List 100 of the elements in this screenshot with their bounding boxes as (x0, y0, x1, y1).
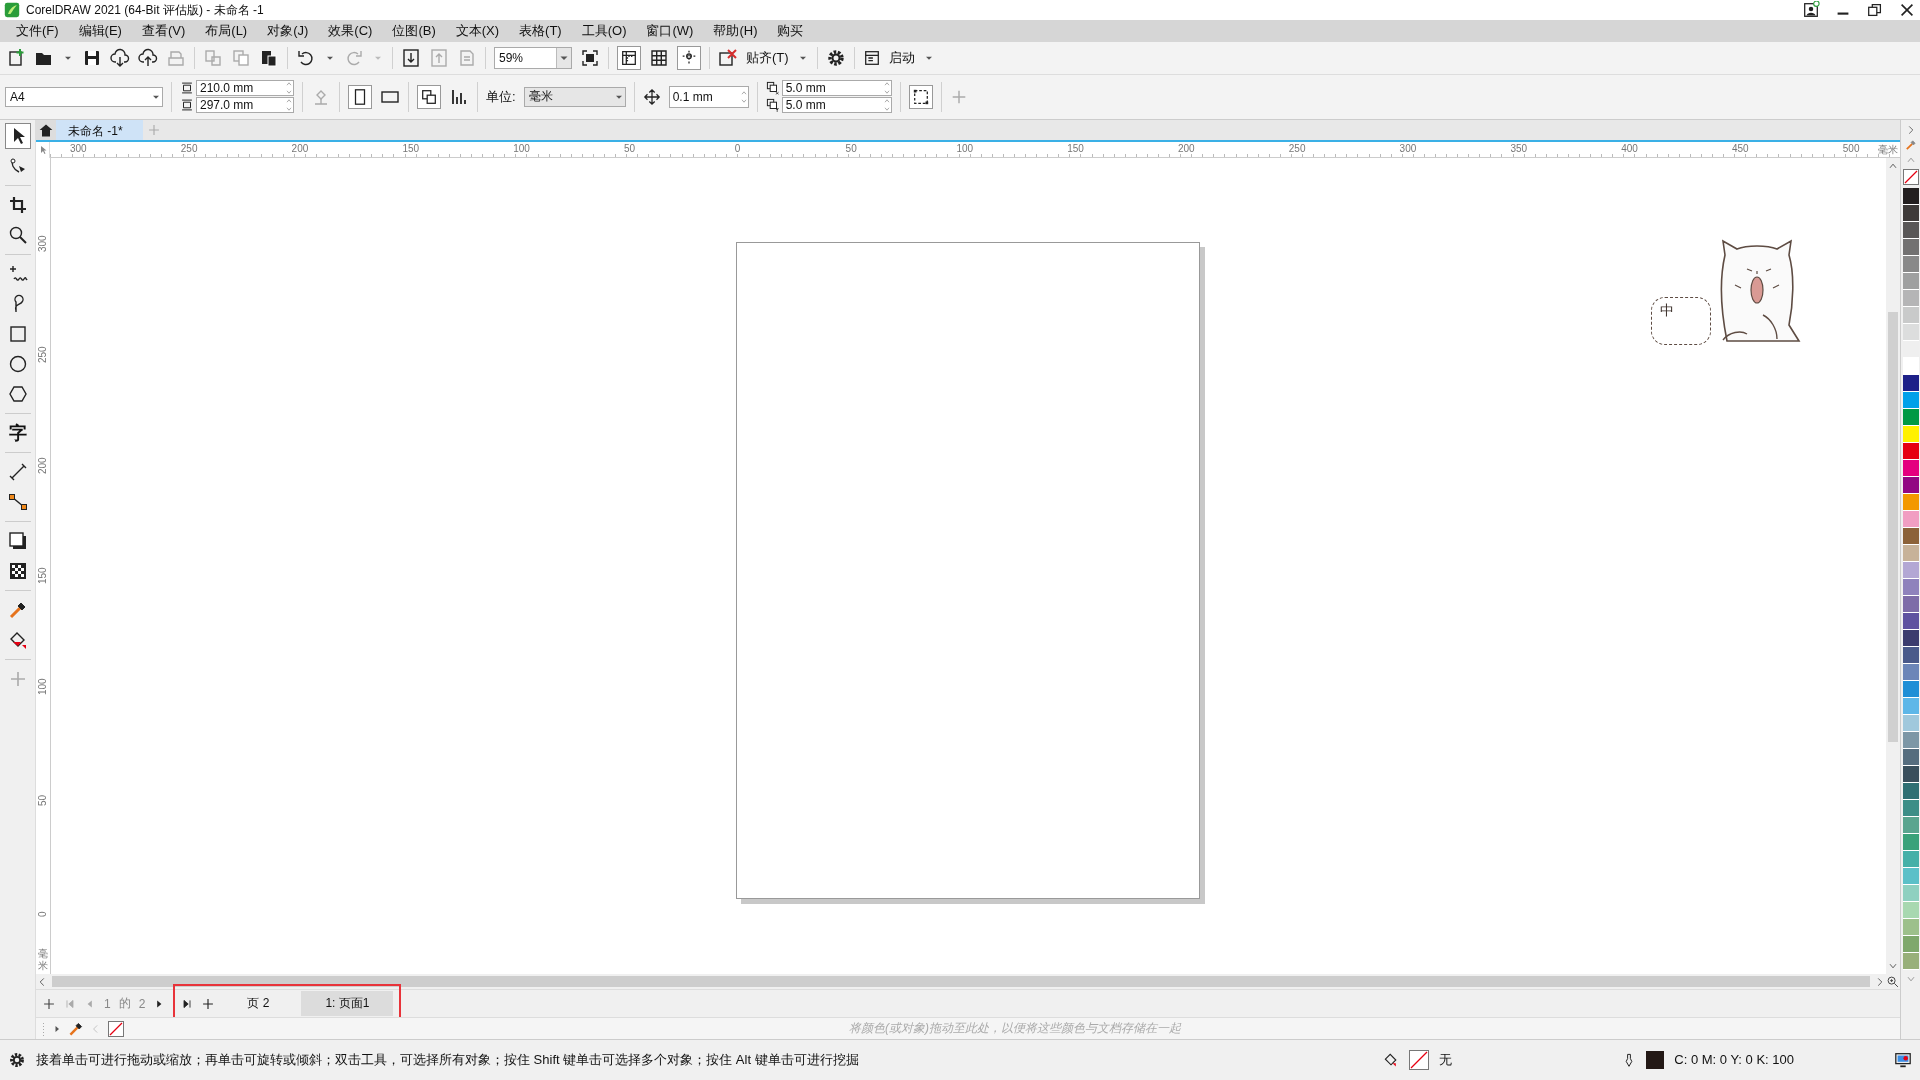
color-swatch[interactable] (1902, 885, 1919, 902)
color-swatch[interactable] (1902, 256, 1919, 273)
color-swatch[interactable] (1902, 273, 1919, 290)
color-swatch[interactable] (1902, 681, 1919, 698)
horizontal-ruler[interactable]: 300 250 200 150 100 50 0 50 100 150 200 250 300 350 400 450 500 毫米 (50, 142, 1900, 158)
color-swatch[interactable] (1902, 443, 1919, 460)
color-proof-icon[interactable] (1894, 1050, 1912, 1069)
close-button[interactable] (1898, 1, 1916, 19)
color-swatch[interactable] (1902, 766, 1919, 783)
units-combo[interactable]: 毫米 (523, 86, 626, 107)
add-page-icon[interactable] (201, 996, 216, 1011)
zoom-level-combo[interactable]: 59% (494, 46, 572, 69)
menu-item[interactable]: 编辑(E) (68, 22, 132, 40)
color-swatch[interactable] (1902, 409, 1919, 426)
zoom-icon[interactable] (1886, 974, 1900, 989)
color-swatch[interactable] (1902, 290, 1919, 307)
color-swatch[interactable] (1902, 834, 1919, 851)
menu-item[interactable]: 布局(L) (195, 22, 258, 40)
launch-dropdown[interactable]: 启动 (888, 48, 915, 67)
pick-tool[interactable] (4, 123, 31, 149)
menu-item[interactable]: 位图(B) (382, 22, 446, 40)
snap-off-icon[interactable] (718, 47, 738, 68)
color-swatch[interactable] (1902, 324, 1919, 341)
scrollbar-thumb[interactable] (1888, 312, 1898, 742)
color-swatch[interactable] (1902, 715, 1919, 732)
color-swatch[interactable] (1902, 477, 1919, 494)
snap-to-dropdown[interactable]: 贴齐(T) (746, 48, 789, 67)
color-swatch[interactable] (1902, 511, 1919, 528)
treat-as-filled-icon[interactable] (911, 87, 930, 106)
color-swatch[interactable] (1902, 460, 1919, 477)
palette-eyedropper-icon[interactable] (1904, 139, 1917, 151)
color-swatch[interactable] (1902, 239, 1919, 256)
page-size-combo[interactable]: A4 (5, 86, 163, 107)
color-swatch[interactable] (1902, 851, 1919, 868)
vertical-ruler[interactable]: 300 250 200 150 100 50 0 毫米 (36, 158, 51, 974)
page-tab[interactable]: 1: 页面1 (301, 991, 394, 1016)
color-swatch[interactable] (1902, 664, 1919, 681)
menu-item[interactable]: 购买 (767, 22, 814, 40)
menu-item[interactable]: 查看(V) (131, 22, 196, 40)
full-screen-preview-icon[interactable] (580, 47, 600, 68)
settings-icon[interactable] (8, 1050, 26, 1069)
color-swatch[interactable] (1902, 800, 1919, 817)
color-swatch[interactable] (1902, 630, 1919, 647)
last-page-icon[interactable] (181, 997, 194, 1010)
account-icon[interactable] (1802, 1, 1820, 19)
menu-item[interactable]: 窗口(W) (636, 22, 704, 40)
no-color-swatch[interactable] (1902, 169, 1919, 185)
ime-status-bubble[interactable]: 中 (1651, 297, 1711, 345)
import-icon[interactable] (401, 47, 421, 68)
color-swatch[interactable] (1902, 749, 1919, 766)
color-swatch[interactable] (1902, 545, 1919, 562)
color-swatch[interactable] (1902, 358, 1919, 375)
color-swatch[interactable] (1902, 647, 1919, 664)
document-tab[interactable]: 未命名 -1* (56, 120, 143, 140)
color-swatch[interactable] (1902, 732, 1919, 749)
input-mode-label[interactable]: 中 (1660, 303, 1702, 317)
menu-item[interactable]: 表格(T) (509, 22, 572, 40)
color-swatch[interactable] (1902, 307, 1919, 324)
color-swatch[interactable] (1902, 392, 1919, 409)
menu-item[interactable]: 文本(X) (445, 22, 510, 40)
rulers-icon[interactable] (620, 48, 638, 67)
cloud-download-icon[interactable] (110, 47, 130, 68)
grid-icon[interactable] (649, 47, 669, 68)
home-icon[interactable] (38, 122, 54, 138)
color-swatch[interactable] (1902, 205, 1919, 222)
menu-item[interactable]: 工具(O) (571, 22, 637, 40)
color-swatch[interactable] (1902, 817, 1919, 834)
color-swatch[interactable] (1902, 426, 1919, 443)
color-swatch[interactable] (1902, 953, 1919, 970)
add-page-icon[interactable] (42, 996, 56, 1011)
restore-button[interactable] (1866, 1, 1884, 19)
color-swatch[interactable] (1902, 919, 1919, 936)
scrollbar-thumb[interactable] (52, 976, 1870, 987)
menu-item[interactable]: 帮助(H) (703, 22, 768, 40)
color-swatch[interactable] (1902, 579, 1919, 596)
cloud-upload-icon[interactable] (138, 47, 158, 68)
all-pages-icon[interactable] (420, 87, 438, 106)
no-fill-swatch[interactable] (1409, 1049, 1430, 1070)
launch-icon[interactable] (862, 48, 881, 67)
eyedropper-icon[interactable] (68, 1020, 84, 1037)
color-swatch[interactable] (1902, 902, 1919, 919)
color-swatch[interactable] (1902, 698, 1919, 715)
color-swatch[interactable] (1902, 868, 1919, 885)
color-swatch[interactable] (1902, 562, 1919, 579)
no-color-swatch[interactable] (108, 1020, 124, 1037)
menu-item[interactable]: 对象(J) (257, 22, 319, 40)
text-tool[interactable]: 字 (4, 420, 31, 446)
color-swatch[interactable] (1902, 613, 1919, 630)
color-swatch[interactable] (1902, 222, 1919, 239)
color-swatch[interactable] (1902, 375, 1919, 392)
color-swatch[interactable] (1902, 528, 1919, 545)
new-document-icon[interactable] (6, 47, 26, 68)
color-swatch[interactable] (1902, 494, 1919, 511)
color-swatch[interactable] (1902, 188, 1919, 205)
settings-icon[interactable] (825, 47, 846, 68)
menu-item[interactable]: 文件(F) (6, 22, 69, 40)
color-swatch[interactable] (1902, 936, 1919, 953)
color-swatch[interactable] (1902, 596, 1919, 613)
menu-item[interactable]: 效果(C) (318, 22, 383, 40)
page-tab[interactable]: 页 2 (223, 991, 294, 1016)
